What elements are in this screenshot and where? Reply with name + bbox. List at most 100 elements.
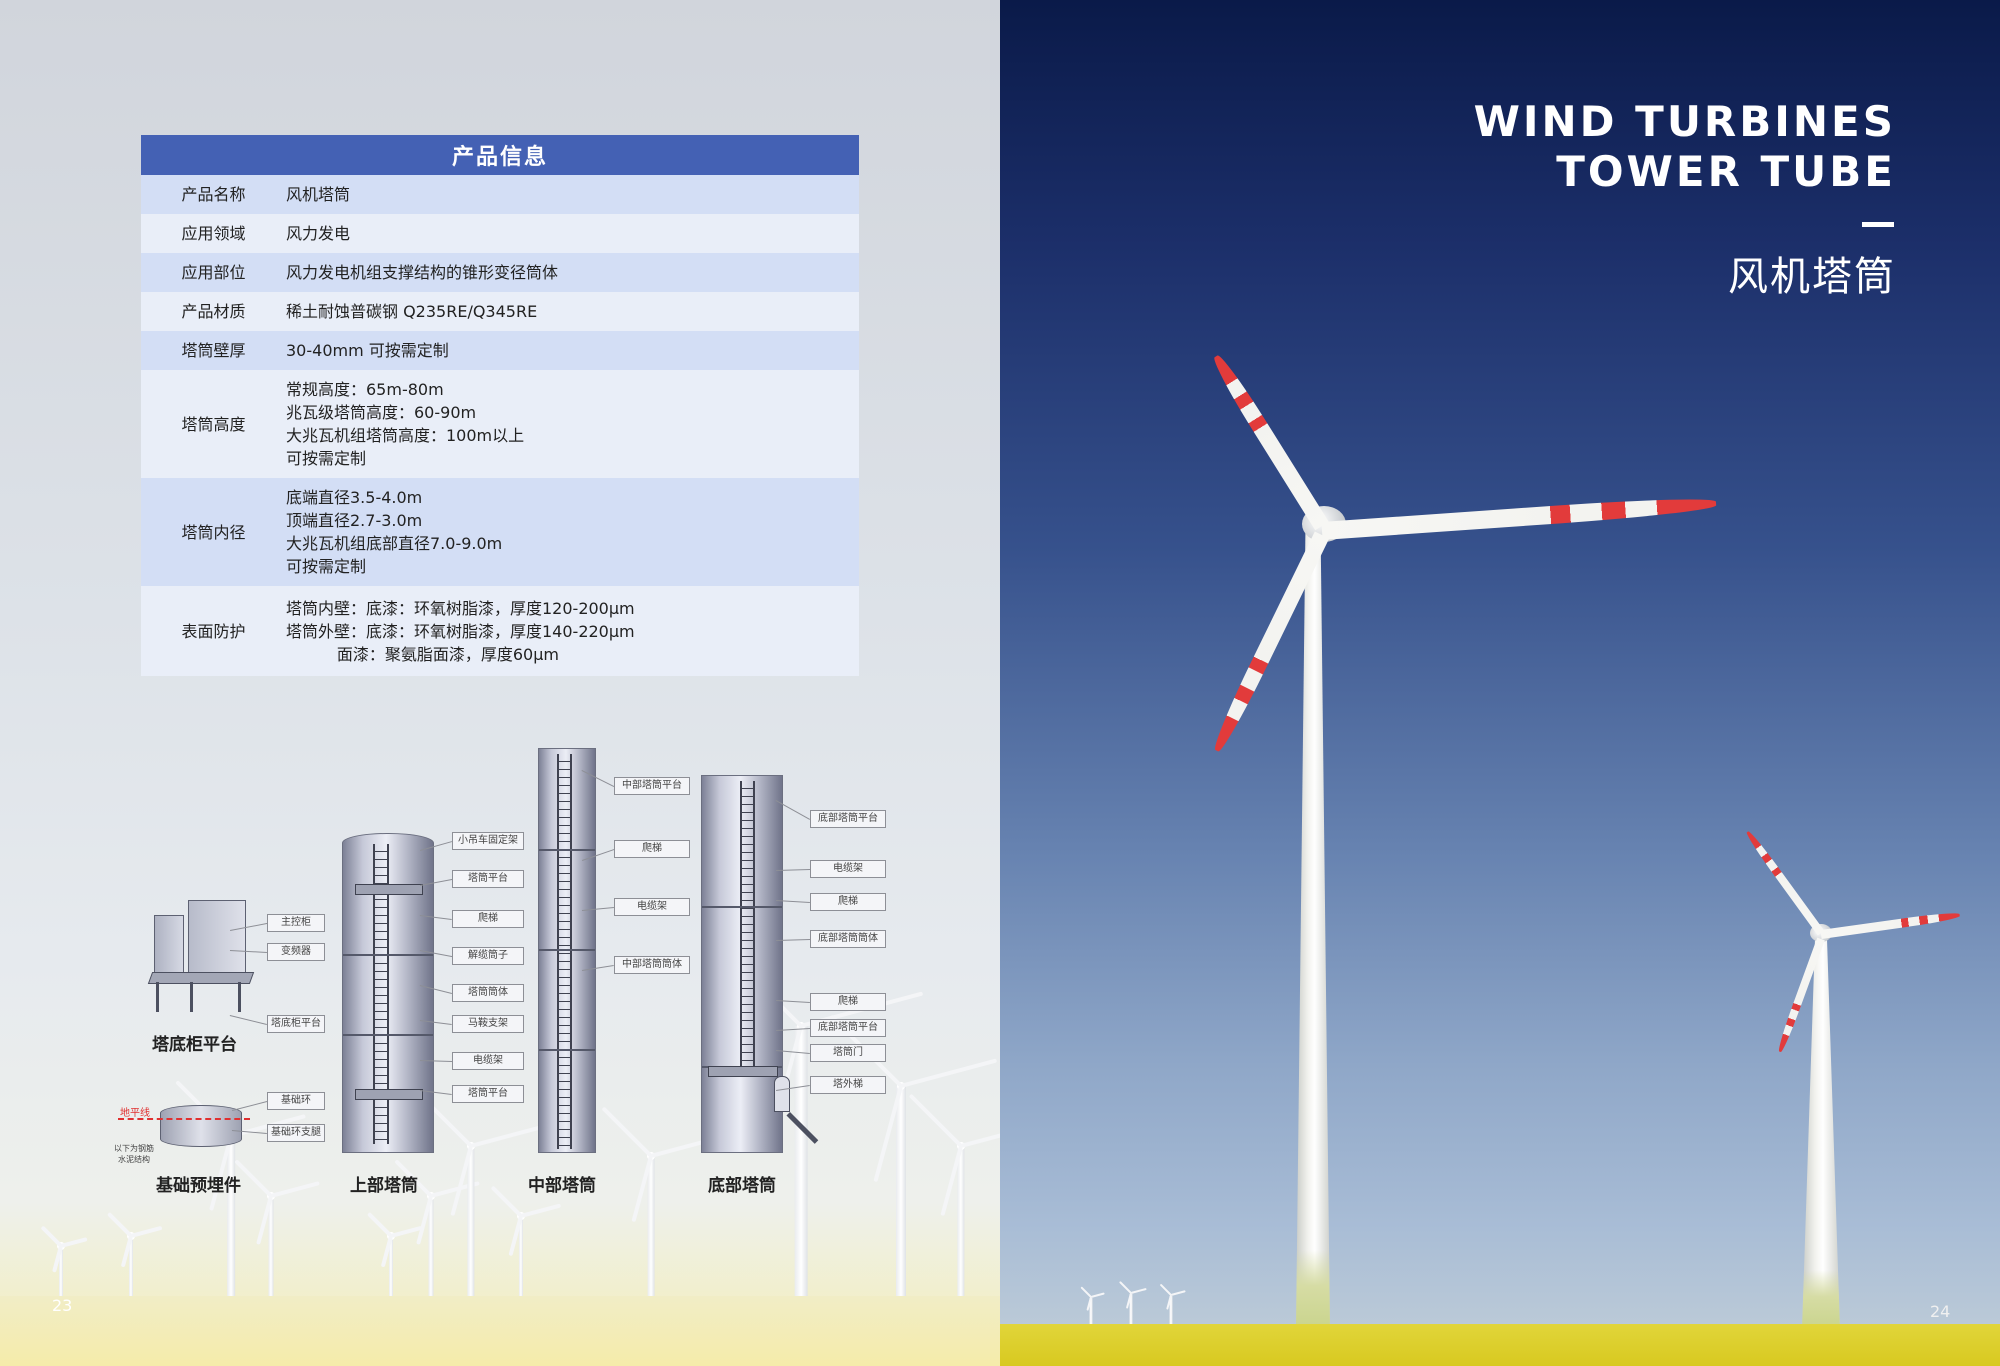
title-en-line-1: WIND TURBINES <box>1473 97 1896 146</box>
middle-tower-drawing <box>538 748 596 1153</box>
background-turbine <box>601 1106 717 1306</box>
callout-leader <box>776 939 811 941</box>
table-value: 底端直径3.5-4.0m 顶端直径2.7-3.0m 大兆瓦机组底部直径7.0-9.0… <box>286 478 859 586</box>
table-value-line: 顶端直径2.7-3.0m <box>286 511 423 530</box>
foundation-note-2: 水泥结构 <box>118 1155 150 1164</box>
foundation-drawing <box>160 1105 242 1147</box>
callout-middle: 电缆架 <box>614 898 690 916</box>
secondary-turbine-blade-1 <box>1820 910 1961 939</box>
table-key: 应用领域 <box>141 214 286 253</box>
table-value: 风力发电 <box>286 214 859 253</box>
background-turbine <box>175 1080 306 1306</box>
table-value-line: 塔筒外壁：底漆：环氧树脂漆，厚度140-220μm <box>286 621 635 641</box>
callout-upper: 爬梯 <box>452 910 524 928</box>
callout-bottom: 底部塔筒筒体 <box>810 930 886 948</box>
callout-foundation: 基础环支腿 <box>267 1124 325 1142</box>
callout-middle: 爬梯 <box>614 840 690 858</box>
table-value-line: 大兆瓦机组底部直径7.0-9.0m <box>286 534 503 553</box>
main-turbine-tower <box>1296 522 1330 1330</box>
table-value-line: 可按需定制 <box>286 557 367 576</box>
distant-turbine <box>1080 1286 1105 1326</box>
page-number-left: 23 <box>52 1296 73 1315</box>
label-upper-tower: 上部塔筒 <box>350 1176 418 1196</box>
table-value-line: 塔筒内壁：底漆：环氧树脂漆，厚度120-200μm <box>286 598 635 618</box>
table-value: 塔筒内壁：底漆：环氧树脂漆，厚度120-200μm 塔筒外壁：底漆：环氧树脂漆，厚… <box>286 586 859 676</box>
table-row: 应用领域 风力发电 <box>141 214 859 253</box>
table-row: 塔筒内径 底端直径3.5-4.0m 顶端直径2.7-3.0m 大兆瓦机组底部直径7.0… <box>141 478 859 586</box>
rapeseed-field <box>1000 1324 2000 1366</box>
background-turbine <box>908 1093 1000 1306</box>
callout-cabinet: 塔底柜平台 <box>267 1015 325 1033</box>
tower-door <box>774 1076 790 1112</box>
table-row: 产品名称 风机塔筒 <box>141 175 859 214</box>
foundation-note-1: 以下为钢筋 <box>114 1144 154 1153</box>
table-key: 塔筒内径 <box>141 478 286 586</box>
callout-bottom: 塔外梯 <box>810 1076 886 1094</box>
callout-upper: 马鞍支架 <box>452 1015 524 1033</box>
table-key: 应用部位 <box>141 253 286 292</box>
callout-foundation: 基础环 <box>267 1092 325 1110</box>
ground-line-label: 地平线 <box>120 1108 150 1119</box>
table-value-line: 大兆瓦机组塔筒高度：100m以上 <box>286 426 525 445</box>
table-row: 表面防护 塔筒内壁：底漆：环氧树脂漆，厚度120-200μm 塔筒外壁：底漆：环氧树… <box>141 586 859 676</box>
callout-upper: 塔筒平台 <box>452 870 524 888</box>
title-english: WIND TURBINES TOWER TUBE <box>1474 97 1896 197</box>
label-foundation: 基础预埋件 <box>156 1176 241 1196</box>
table-row: 应用部位 风力发电机组支撑结构的锥形变径筒体 <box>141 253 859 292</box>
callout-bottom: 塔筒门 <box>810 1044 886 1062</box>
table-value: 30-40mm 可按需定制 <box>286 331 859 370</box>
table-key: 产品名称 <box>141 175 286 214</box>
background-turbine <box>418 1093 542 1306</box>
table-row: 塔筒高度 常规高度：65m-80m 兆瓦级塔筒高度：60-90m 大兆瓦机组塔筒高度：… <box>141 370 859 478</box>
table-key: 塔筒高度 <box>141 370 286 478</box>
table-value-line: 底端直径3.5-4.0m <box>286 488 423 507</box>
callout-leader <box>229 1015 267 1025</box>
title-dash <box>1862 222 1894 227</box>
distant-turbine <box>1118 1280 1147 1326</box>
background-turbine <box>394 1159 480 1306</box>
callout-bottom: 爬梯 <box>810 893 886 911</box>
callout-bottom: 底部塔筒平台 <box>810 1019 886 1037</box>
table-value-line: 兆瓦级塔筒高度：60-90m <box>286 403 477 422</box>
callout-middle: 中部塔筒平台 <box>614 777 690 795</box>
table-key: 塔筒壁厚 <box>141 331 286 370</box>
table-title: 产品信息 <box>141 135 859 175</box>
label-bottom-tower: 底部塔筒 <box>708 1176 776 1196</box>
background-turbine <box>234 1159 320 1306</box>
table-value: 风机塔筒 <box>286 175 859 214</box>
callout-upper: 电缆架 <box>452 1052 524 1070</box>
table-value-line: 风力发电 <box>286 224 351 243</box>
callout-bottom: 底部塔筒平台 <box>810 810 886 828</box>
title-chinese: 风机塔筒 <box>1728 254 1896 300</box>
secondary-turbine-tower <box>1802 930 1840 1330</box>
background-turbine <box>490 1185 561 1306</box>
table-value-line: 30-40mm 可按需定制 <box>286 341 449 360</box>
table-value: 常规高度：65m-80m 兆瓦级塔筒高度：60-90m 大兆瓦机组塔筒高度：100m… <box>286 370 859 478</box>
secondary-turbine-blade-2 <box>1744 829 1825 936</box>
callout-leader <box>776 869 811 871</box>
callout-leader <box>232 1101 268 1111</box>
table-key: 表面防护 <box>141 586 286 676</box>
table-key: 产品材质 <box>141 292 286 331</box>
left-page: 产品信息 产品名称 风机塔筒 应用领域 风力发电 应用部位 风力发电机组支撑结构的锥形变径… <box>0 0 1000 1366</box>
callout-upper: 塔筒筒体 <box>452 984 524 1002</box>
table-value-line: 风力发电机组支撑结构的锥形变径筒体 <box>286 263 559 282</box>
table-value-line: 风机塔筒 <box>286 185 351 204</box>
upper-platform-top <box>355 884 423 895</box>
table-value-line: 可按需定制 <box>286 449 367 468</box>
callout-upper: 解缆筒子 <box>452 947 524 965</box>
upper-tower-drawing <box>342 833 434 1153</box>
label-cabinet-platform: 塔底柜平台 <box>152 1035 237 1055</box>
table-row: 塔筒壁厚 30-40mm 可按需定制 <box>141 331 859 370</box>
product-info-table: 产品信息 产品名称 风机塔筒 应用领域 风力发电 应用部位 风力发电机组支撑结构的锥形变径… <box>141 135 859 676</box>
callout-cabinet: 主控柜 <box>267 914 325 932</box>
table-value: 稀土耐蚀普碳钢 Q235RE/Q345RE <box>286 292 859 331</box>
background-turbine <box>829 1014 998 1306</box>
upper-platform-bottom <box>355 1089 423 1100</box>
table-value: 风力发电机组支撑结构的锥形变径筒体 <box>286 253 859 292</box>
callout-middle: 中部塔筒筒体 <box>614 956 690 974</box>
title-en-line-2: TOWER TUBE <box>1556 147 1896 196</box>
table-value-line: 常规高度：65m-80m <box>286 380 444 399</box>
main-turbine-blade-1 <box>1321 494 1717 540</box>
field-ground <box>0 1296 1000 1366</box>
